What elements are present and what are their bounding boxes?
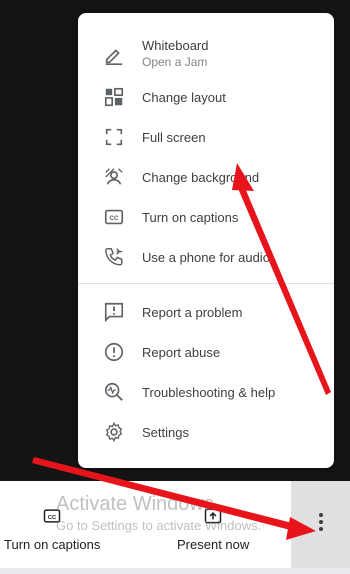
menu-item-label: Report a problem	[142, 304, 243, 320]
menu-item-turn-on-captions[interactable]: CC Turn on captions	[78, 197, 334, 237]
layout-icon	[102, 85, 126, 109]
menu-item-change-background[interactable]: Change background	[78, 157, 334, 197]
menu-item-report-abuse[interactable]: Report abuse	[78, 332, 334, 372]
fullscreen-icon	[102, 125, 126, 149]
turn-on-captions-button[interactable]: CC Turn on captions	[4, 506, 100, 552]
menu-item-sublabel: Open a Jam	[142, 55, 208, 69]
captions-button-label: Turn on captions	[4, 537, 101, 552]
report-problem-icon	[102, 300, 126, 324]
menu-item-label: Change layout	[142, 89, 226, 105]
menu-item-label: Turn on captions	[142, 209, 239, 225]
menu-item-whiteboard[interactable]: Whiteboard Open a Jam	[78, 33, 334, 77]
captions-icon: CC	[102, 205, 126, 229]
menu-item-label: Full screen	[142, 129, 206, 145]
menu-divider	[78, 283, 334, 284]
toolbar-bottom-edge	[0, 568, 350, 574]
menu-item-change-layout[interactable]: Change layout	[78, 77, 334, 117]
report-abuse-icon	[102, 340, 126, 364]
more-options-menu: Whiteboard Open a Jam Change layout Full…	[78, 13, 334, 468]
menu-item-label: Settings	[142, 424, 189, 440]
pencil-icon	[102, 43, 126, 67]
menu-item-settings[interactable]: Settings	[78, 412, 334, 452]
phone-audio-icon	[102, 245, 126, 269]
captions-icon: CC	[42, 506, 62, 529]
menu-item-report-problem[interactable]: Report a problem	[78, 292, 334, 332]
troubleshooting-icon	[102, 380, 126, 404]
more-vert-icon	[318, 512, 324, 537]
present-icon	[203, 506, 223, 529]
menu-item-label: Use a phone for audio	[142, 249, 270, 265]
present-button-label: Present now	[177, 537, 250, 552]
background-icon	[102, 165, 126, 189]
menu-item-troubleshooting[interactable]: Troubleshooting & help	[78, 372, 334, 412]
menu-item-label: Report abuse	[142, 344, 221, 360]
menu-item-label: Change background	[142, 169, 260, 185]
svg-text:CC: CC	[109, 215, 119, 222]
menu-item-full-screen[interactable]: Full screen	[78, 117, 334, 157]
svg-text:CC: CC	[48, 515, 57, 521]
present-now-button[interactable]: Present now	[177, 506, 249, 552]
menu-item-label: Troubleshooting & help	[142, 384, 276, 400]
gear-icon	[102, 420, 126, 444]
more-options-button[interactable]	[291, 481, 350, 568]
menu-item-use-phone-audio[interactable]: Use a phone for audio	[78, 237, 334, 277]
menu-item-label: Whiteboard	[142, 38, 209, 53]
